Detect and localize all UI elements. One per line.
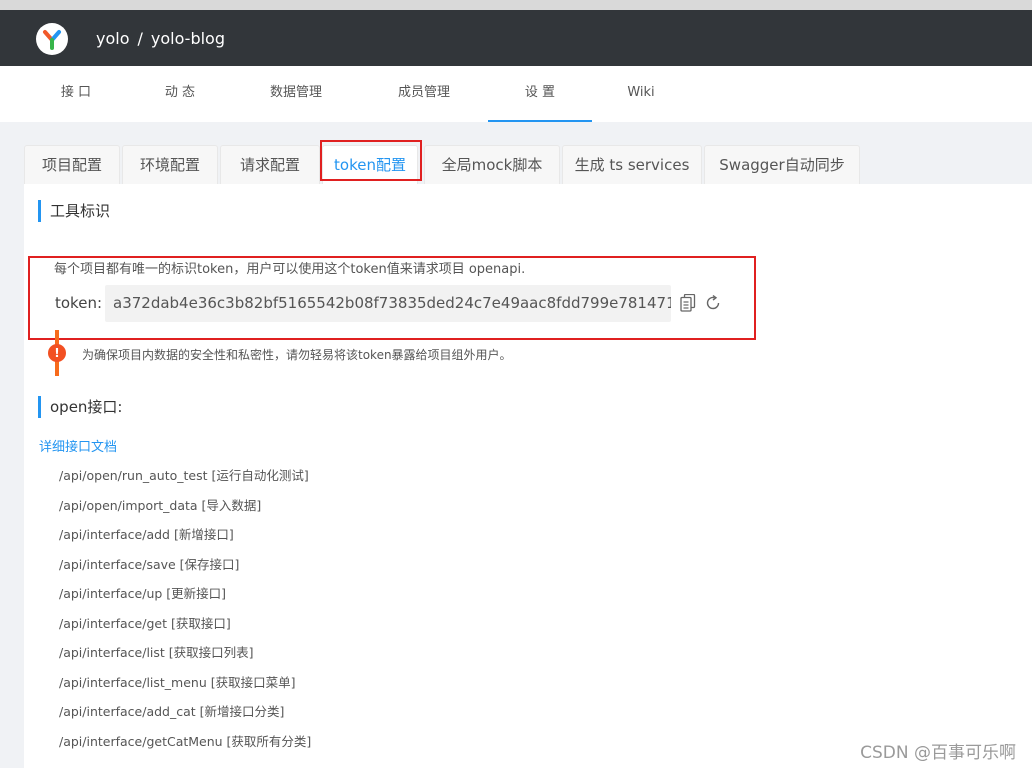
nav-data-management[interactable]: 数据管理	[256, 66, 336, 122]
nav-activity[interactable]: 动 态	[140, 66, 220, 122]
list-item: /api/interface/get [获取接口]	[59, 615, 231, 631]
settings-tabs: 项目配置 环境配置 请求配置 token配置 全局mock脚本 生成 ts se…	[24, 145, 1032, 184]
warning-text: 为确保项目内数据的安全性和私密性，请勿轻易将该token暴露给项目组外用户。	[82, 348, 512, 362]
list-item: /api/interface/up [更新接口]	[59, 586, 227, 601]
tab-ts-services[interactable]: 生成 ts services	[562, 145, 702, 184]
tab-swagger-sync[interactable]: Swagger自动同步	[704, 145, 860, 184]
list-item: /api/interface/list_menu [获取接口菜单]	[59, 674, 296, 690]
list-item: /api/interface/list [获取接口列表]	[59, 645, 254, 660]
breadcrumb-project[interactable]: yolo-blog	[151, 28, 225, 50]
nav-interface[interactable]: 接 口	[36, 66, 116, 122]
exclamation-circle-icon: !	[48, 344, 66, 362]
breadcrumb-separator: /	[137, 29, 143, 48]
token-description: 每个项目都有唯一的标识token，用户可以使用这个token值来请求项目 ope…	[54, 262, 526, 277]
token-label: token:	[55, 294, 102, 312]
watermark: CSDN @百事可乐啊	[860, 743, 1016, 763]
list-item: /api/interface/add_cat [新增接口分类]	[59, 704, 285, 719]
token-settings-panel: 工具标识 每个项目都有唯一的标识token，用户可以使用这个token值来请求项…	[24, 184, 1032, 768]
tab-env-config[interactable]: 环境配置	[122, 145, 218, 184]
list-item: /api/interface/save [保存接口]	[59, 556, 240, 572]
open-api-section-title: open接口:	[38, 396, 123, 418]
token-value[interactable]: a372dab4e36c3b82bf5165542b08f73835ded24c…	[105, 285, 671, 322]
project-nav: 接 口 动 态 数据管理 成员管理 设 置 Wiki	[0, 66, 1032, 122]
list-item: /api/interface/getCatMenu [获取所有分类]	[59, 733, 312, 749]
list-item: /api/open/run_auto_test [运行自动化测试]	[59, 468, 309, 483]
tab-global-mock[interactable]: 全局mock脚本	[424, 145, 560, 184]
breadcrumb: yolo / yolo-blog	[96, 28, 225, 50]
token-section-title: 工具标识	[38, 200, 110, 222]
breadcrumb-group[interactable]: yolo	[96, 28, 130, 50]
refresh-icon[interactable]	[704, 294, 722, 312]
list-item: /api/interface/add [新增接口]	[59, 527, 234, 542]
tab-project-config[interactable]: 项目配置	[24, 145, 120, 184]
list-item: /api/open/import_data [导入数据]	[59, 497, 262, 513]
nav-wiki[interactable]: Wiki	[612, 66, 670, 122]
api-doc-link[interactable]: 详细接口文档	[39, 436, 117, 455]
yapi-logo-icon[interactable]	[36, 23, 68, 55]
tab-request-config[interactable]: 请求配置	[220, 145, 320, 184]
copy-icon[interactable]	[680, 293, 696, 312]
open-api-list: /api/open/run_auto_test [运行自动化测试] /api/o…	[59, 466, 311, 761]
top-bar: yolo / yolo-blog	[0, 0, 1032, 66]
nav-member-management[interactable]: 成员管理	[384, 66, 464, 122]
nav-settings[interactable]: 设 置	[488, 66, 592, 122]
tab-highlight-box	[320, 140, 422, 181]
